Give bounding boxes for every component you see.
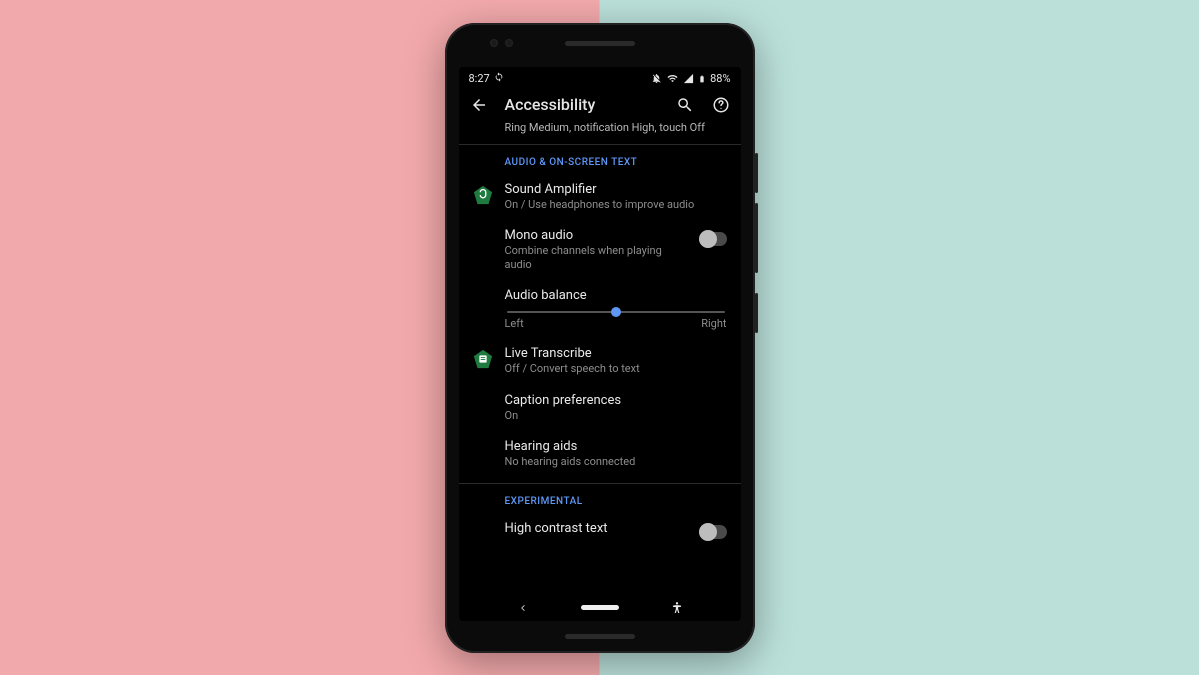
row-title: Hearing aids [505, 439, 727, 454]
page-title: Accessibility [505, 95, 659, 114]
row-caption-preferences[interactable]: Caption preferences On [459, 385, 741, 431]
row-live-transcribe[interactable]: Live Transcribe Off / Convert speech to … [459, 338, 741, 384]
side-button [755, 203, 758, 273]
row-subtitle: Combine channels when playing audio [505, 244, 687, 273]
header-subtitle: Ring Medium, notification High, touch Of… [459, 119, 741, 145]
side-button [755, 293, 758, 333]
sound-amplifier-icon [472, 184, 494, 206]
row-hearing-aids[interactable]: Hearing aids No hearing aids connected [459, 431, 741, 477]
slider-left-label: Left [505, 317, 524, 330]
side-button [755, 153, 758, 193]
wifi-icon [666, 73, 679, 84]
front-camera [490, 39, 498, 47]
nav-bar [459, 595, 741, 621]
speaker [565, 41, 635, 46]
row-title: High contrast text [505, 521, 687, 536]
nav-home-button[interactable] [581, 605, 619, 610]
speaker [565, 634, 635, 639]
row-subtitle: On / Use headphones to improve audio [505, 198, 727, 212]
settings-list[interactable]: AUDIO & ON-SCREEN TEXT Sound Amplifier O… [459, 145, 741, 595]
screen: 8:27 88% [459, 67, 741, 621]
row-sound-amplifier[interactable]: Sound Amplifier On / Use headphones to i… [459, 174, 741, 220]
row-title: Live Transcribe [505, 346, 727, 361]
search-button[interactable] [675, 95, 695, 115]
section-label-audio: AUDIO & ON-SCREEN TEXT [459, 145, 741, 174]
status-time: 8:27 [469, 72, 490, 85]
signal-icon [683, 73, 694, 84]
row-mono-audio[interactable]: Mono audio Combine channels when playing… [459, 220, 741, 281]
row-subtitle: On [505, 409, 727, 423]
row-title: Mono audio [505, 228, 687, 243]
section-label-experimental: EXPERIMENTAL [459, 484, 741, 513]
mono-audio-toggle[interactable] [699, 232, 727, 246]
sync-icon [494, 72, 504, 85]
row-subtitle: Off / Convert speech to text [505, 362, 727, 376]
nav-back-button[interactable] [513, 598, 533, 618]
dnd-off-icon [651, 73, 662, 84]
row-audio-balance[interactable]: Audio balance Left Right [459, 280, 741, 338]
front-camera [505, 39, 513, 47]
audio-balance-slider[interactable] [507, 311, 725, 313]
live-transcribe-icon [472, 348, 494, 370]
help-button[interactable] [711, 95, 731, 115]
slider-thumb[interactable] [611, 307, 621, 317]
nav-accessibility-button[interactable] [667, 598, 687, 618]
phone-frame: 8:27 88% [445, 23, 755, 653]
slider-right-label: Right [701, 317, 726, 330]
battery-pct: 88% [710, 72, 730, 85]
row-title: Sound Amplifier [505, 182, 727, 197]
status-bar: 8:27 88% [459, 67, 741, 89]
row-title: Caption preferences [505, 393, 727, 408]
high-contrast-toggle[interactable] [699, 525, 727, 539]
battery-icon [698, 73, 706, 85]
row-high-contrast[interactable]: High contrast text [459, 513, 741, 547]
back-button[interactable] [469, 95, 489, 115]
row-subtitle: No hearing aids connected [505, 455, 727, 469]
row-title: Audio balance [505, 288, 727, 303]
header: Accessibility [459, 89, 741, 119]
